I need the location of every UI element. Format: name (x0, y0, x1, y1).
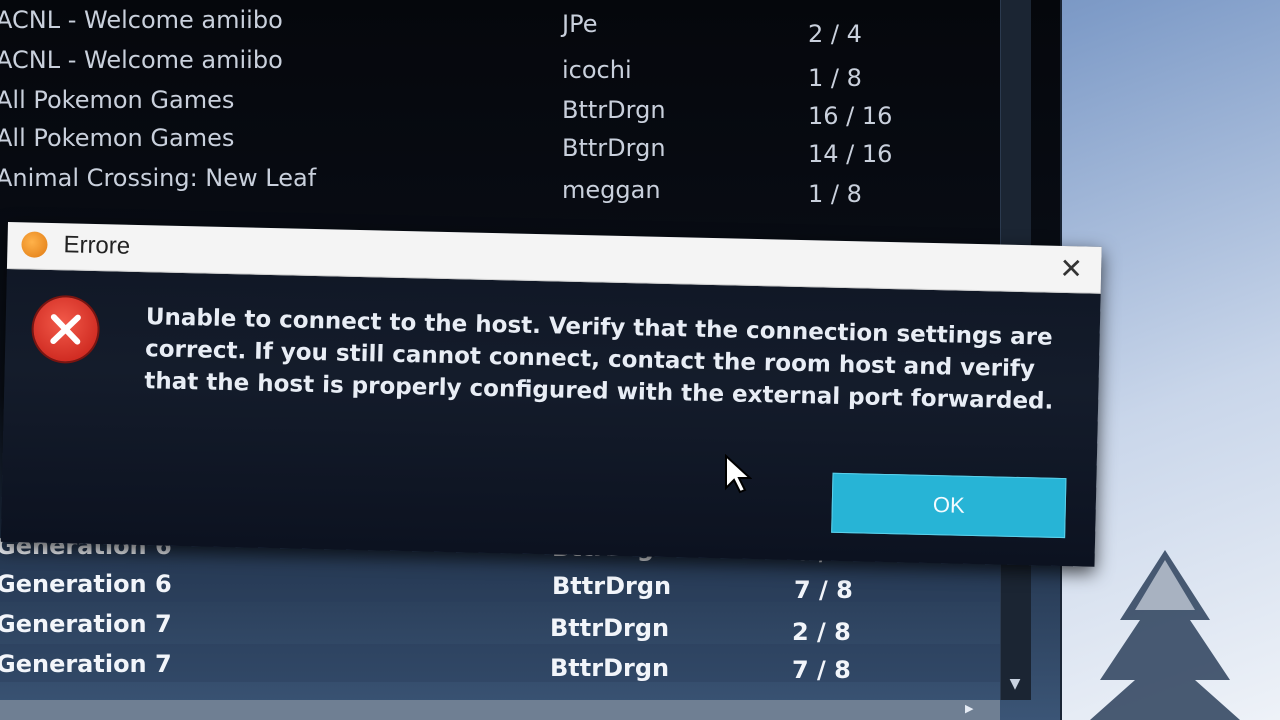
app-icon (21, 231, 48, 258)
table-row[interactable]: ACNL - Welcome amiibo icochi 1 / 8 (0, 40, 1000, 92)
error-icon (32, 296, 99, 363)
close-icon: ✕ (1059, 251, 1084, 286)
error-dialog: Errore ✕ Unable to connect to the host. … (0, 222, 1102, 567)
close-button[interactable]: ✕ (1053, 252, 1090, 287)
scroll-down-icon[interactable]: ▼ (1000, 672, 1030, 696)
game-cell: All Pokemon Games (0, 86, 235, 114)
horizontal-scrollbar[interactable] (0, 700, 1000, 720)
game-cell: Animal Crossing: New Leaf (0, 164, 317, 192)
error-message: Unable to connect to the host. Verify th… (144, 304, 1054, 415)
game-cell: Generation 7 (0, 610, 172, 638)
players-cell: 1 / 8 (808, 180, 862, 208)
dialog-title: Errore (63, 231, 131, 260)
pine-tree-graphic (1090, 550, 1240, 720)
ok-button[interactable]: OK (831, 472, 1067, 539)
players-cell: 7 / 8 (792, 656, 851, 684)
table-row[interactable]: All Pokemon Games BttrDrgn 14 / 16 (0, 118, 1000, 168)
table-row[interactable]: Animal Crossing: New Leaf meggan 1 / 8 (0, 158, 1000, 208)
scroll-right-icon[interactable]: ▶ (965, 702, 985, 718)
game-cell: ACNL - Welcome amiibo (0, 6, 283, 34)
table-row[interactable]: Generation 6 BttrDrgn 7 / 8 (0, 564, 1000, 604)
host-cell: BttrDrgn (550, 654, 670, 682)
host-cell: meggan (562, 176, 661, 204)
host-cell: BttrDrgn (552, 572, 672, 600)
table-row[interactable]: Generation 7 BttrDrgn 7 / 8 (0, 644, 1000, 684)
table-row[interactable]: Generation 7 BttrDrgn 2 / 8 (0, 604, 1000, 646)
game-cell: Generation 6 (0, 570, 172, 598)
players-cell: 7 / 8 (794, 576, 853, 604)
table-row[interactable]: ACNL - Welcome amiibo JPe 2 / 4 (0, 0, 1000, 48)
table-row[interactable]: All Pokemon Games BttrDrgn 16 / 16 (0, 80, 1000, 130)
game-cell: All Pokemon Games (0, 124, 235, 152)
mouse-pointer-icon (725, 454, 752, 494)
game-cell: Generation 7 (0, 650, 172, 678)
players-cell: 2 / 8 (792, 618, 851, 646)
host-cell: JPe (562, 10, 598, 38)
game-cell: ACNL - Welcome amiibo (0, 46, 283, 74)
host-cell: BttrDrgn (550, 614, 670, 642)
